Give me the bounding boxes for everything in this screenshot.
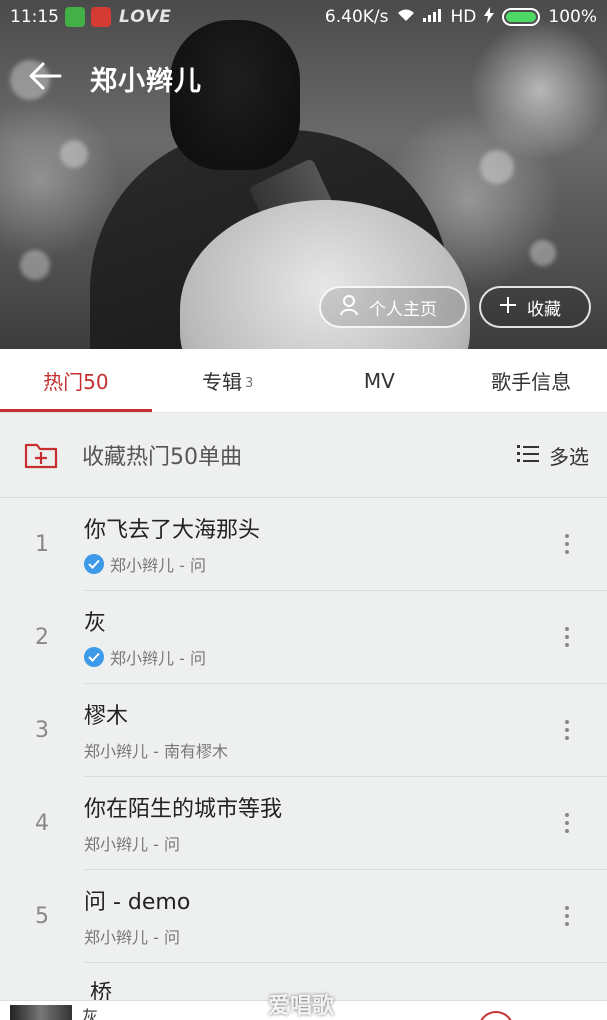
song-title: 灰 [84, 611, 107, 636]
plus-icon [499, 296, 517, 319]
song-index: 1 [35, 532, 49, 557]
more-vertical-icon [565, 720, 569, 740]
more-vertical-icon [565, 534, 569, 554]
person-icon [339, 294, 359, 321]
more-options-button[interactable] [527, 591, 607, 684]
tab-label: 专辑 [201, 370, 242, 394]
folder-add-icon[interactable] [0, 441, 82, 469]
song-index: 5 [35, 904, 49, 929]
signal-icon [422, 7, 443, 27]
multi-select-label: 多选 [549, 444, 589, 469]
network-type: HD [450, 7, 477, 27]
song-title: 你飞去了大海那头 [84, 518, 261, 543]
more-options-button[interactable] [527, 777, 607, 870]
collect-hot-songs-row: 收藏热门50单曲 多选 [0, 413, 607, 498]
hero-actions: 个人主页 收藏 [319, 286, 591, 328]
song-row[interactable]: 4 你在陌生的城市等我 郑小辫儿 - 问 [0, 777, 607, 870]
more-vertical-icon [565, 627, 569, 647]
arrow-left-icon [28, 61, 62, 95]
verified-check-icon [84, 647, 104, 667]
watermark: 爱唱歌 [268, 994, 335, 1019]
song-subtitle: 郑小辫儿 - 问 [110, 556, 206, 575]
more-vertical-icon [565, 906, 569, 926]
multi-select-button[interactable]: 多选 [517, 441, 589, 470]
song-subtitle: 郑小辫儿 - 南有樛木 [84, 742, 228, 761]
song-subtitle: 郑小辫儿 - 问 [84, 928, 180, 947]
song-list: 1 你飞去了大海那头 郑小辫儿 - 问 2 灰 郑小辫儿 - 问 3 樛木 郑小… [0, 498, 607, 963]
wifi-icon [397, 7, 415, 27]
battery-icon [502, 8, 541, 26]
charging-icon [484, 6, 495, 28]
song-title: 樛木 [84, 704, 129, 729]
network-speed: 6.40K/s [324, 7, 389, 27]
tab-albums[interactable]: 专辑 3 [152, 349, 304, 412]
play-pause-button[interactable] [478, 1011, 514, 1020]
tab-count: 3 [244, 375, 254, 391]
status-time: 11:15 [10, 7, 59, 27]
tab-mv[interactable]: MV [304, 349, 456, 412]
song-subtitle: 郑小辫儿 - 问 [110, 649, 206, 668]
tab-label: 热门50 [43, 370, 109, 394]
top-bar: 郑小辫儿 [0, 44, 607, 112]
more-options-button[interactable] [527, 684, 607, 777]
song-index: 4 [35, 811, 49, 836]
more-options-button[interactable] [527, 870, 607, 963]
tab-label: MV [363, 368, 395, 393]
back-button[interactable] [0, 44, 90, 112]
list-icon [517, 443, 539, 467]
status-bar: 11:15 LOVE 6.40K/s HD 100% [0, 0, 607, 34]
song-index: 3 [35, 718, 49, 743]
wallpaper-text: LOVE [119, 7, 172, 27]
tab-label: 歌手信息 [491, 370, 572, 394]
tab-artist-info[interactable]: 歌手信息 [455, 349, 607, 412]
now-playing-title: 灰 [82, 1007, 99, 1020]
song-title: 你在陌生的城市等我 [84, 797, 283, 822]
app-notification-icon [65, 7, 85, 27]
tab-hot50[interactable]: 热门50 [0, 349, 152, 412]
song-row[interactable]: 3 樛木 郑小辫儿 - 南有樛木 [0, 684, 607, 777]
song-subtitle: 郑小辫儿 - 问 [84, 835, 180, 854]
page-title: 郑小辫儿 [90, 65, 202, 97]
more-options-button[interactable] [527, 498, 607, 591]
song-title: 问 - demo [84, 890, 191, 915]
song-row[interactable]: 1 你飞去了大海那头 郑小辫儿 - 问 [0, 498, 607, 591]
song-index: 2 [35, 625, 49, 650]
collect-hot-songs-button[interactable]: 收藏热门50单曲 [82, 439, 517, 471]
music-notification-icon [91, 7, 111, 27]
battery-percent: 100% [548, 7, 597, 27]
collect-artist-button[interactable]: 收藏 [479, 286, 591, 328]
verified-check-icon [84, 554, 104, 574]
song-row[interactable]: 2 灰 郑小辫儿 - 问 [0, 591, 607, 684]
profile-button[interactable]: 个人主页 [319, 286, 467, 328]
tab-bar: 热门50 专辑 3 MV 歌手信息 [0, 349, 607, 413]
profile-label: 个人主页 [369, 299, 437, 320]
collect-label: 收藏 [527, 299, 561, 320]
more-vertical-icon [565, 813, 569, 833]
album-cover [10, 1005, 72, 1020]
song-row[interactable]: 5 问 - demo 郑小辫儿 - 问 [0, 870, 607, 963]
